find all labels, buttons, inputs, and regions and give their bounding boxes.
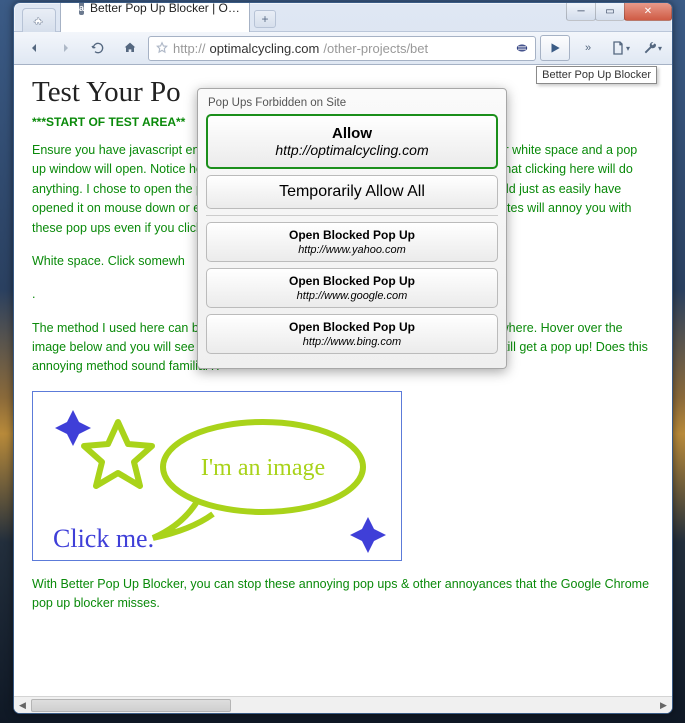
- active-tab[interactable]: a Better Pop Up Blocker | O… ×: [60, 2, 250, 32]
- reload-icon: [90, 40, 106, 56]
- allow-label: Allow: [214, 125, 490, 142]
- scroll-left-arrow[interactable]: ◀: [14, 697, 31, 713]
- url-host: optimalcycling.com: [210, 41, 320, 56]
- page-icon: [610, 40, 626, 56]
- wrench-menu-button[interactable]: ▾: [638, 35, 666, 61]
- play-icon: [548, 41, 562, 55]
- horizontal-scrollbar[interactable]: ◀ ▶: [14, 696, 672, 713]
- blocked-title: Open Blocked Pop Up: [211, 274, 493, 288]
- puzzle-icon: [33, 13, 45, 29]
- address-bar[interactable]: http:// optimalcycling.com/other-projects…: [148, 36, 536, 61]
- paragraph-5: With Better Pop Up Blocker, you can stop…: [32, 575, 654, 614]
- window-titlebar: a Better Pop Up Blocker | O… × + ─ ▭ ✕: [14, 3, 672, 31]
- home-icon: [122, 40, 138, 56]
- svg-text:I'm an image: I'm an image: [201, 455, 325, 481]
- scroll-right-arrow[interactable]: ▶: [655, 697, 672, 713]
- extension-popup: Pop Ups Forbidden on Site Allow http://o…: [197, 88, 507, 369]
- home-button[interactable]: [116, 35, 144, 61]
- tab-favicon: a: [79, 2, 84, 15]
- maximize-button[interactable]: ▭: [595, 3, 625, 21]
- extension-tooltip: Better Pop Up Blocker: [536, 66, 657, 84]
- new-tab-button[interactable]: +: [254, 10, 276, 28]
- arrow-left-icon: [26, 40, 42, 56]
- blocked-title: Open Blocked Pop Up: [211, 320, 493, 334]
- blocked-url: http://www.google.com: [297, 290, 408, 302]
- star-icon[interactable]: [155, 41, 169, 55]
- blocked-title: Open Blocked Pop Up: [211, 228, 493, 242]
- url-scheme: http://: [173, 41, 206, 56]
- blocked-popup-item[interactable]: Open Blocked Pop Up http://www.google.co…: [206, 268, 498, 308]
- scroll-thumb[interactable]: [31, 699, 231, 712]
- temp-allow-label: Temporarily Allow All: [213, 183, 491, 201]
- blocked-url: http://www.yahoo.com: [298, 244, 406, 256]
- svg-text:Click me.: Click me.: [53, 524, 154, 553]
- popup-header: Pop Ups Forbidden on Site: [208, 97, 496, 109]
- extensions-tab[interactable]: [22, 8, 56, 32]
- window-controls: ─ ▭ ✕: [567, 3, 672, 21]
- url-path: /other-projects/bet: [323, 41, 428, 56]
- popup-separator: [206, 215, 498, 216]
- toolbar: http:// optimalcycling.com/other-projects…: [14, 31, 672, 65]
- allow-domain: http://optimalcycling.com: [275, 142, 428, 158]
- close-window-button[interactable]: ✕: [624, 3, 672, 21]
- wrench-icon: [642, 40, 658, 56]
- image-illustration: I'm an image Click me.: [33, 392, 403, 562]
- popup-blocker-omnibox-icon[interactable]: [515, 41, 529, 55]
- overflow-button[interactable]: »: [574, 35, 602, 61]
- arrow-right-icon: [58, 40, 74, 56]
- blocked-url: http://www.bing.com: [303, 336, 401, 348]
- reload-button[interactable]: [84, 35, 112, 61]
- minimize-button[interactable]: ─: [566, 3, 596, 21]
- page-menu-button[interactable]: ▾: [606, 35, 634, 61]
- tab-title: Better Pop Up Blocker | O…: [90, 2, 240, 15]
- allow-site-button[interactable]: Allow http://optimalcycling.com: [206, 114, 498, 169]
- blocked-popup-item[interactable]: Open Blocked Pop Up http://www.yahoo.com: [206, 222, 498, 262]
- back-button[interactable]: [20, 35, 48, 61]
- clickable-image[interactable]: I'm an image Click me.: [32, 391, 402, 561]
- forward-button[interactable]: [52, 35, 80, 61]
- extension-button[interactable]: [540, 35, 570, 61]
- tab-strip: a Better Pop Up Blocker | O… × +: [16, 3, 276, 31]
- blocked-popup-item[interactable]: Open Blocked Pop Up http://www.bing.com: [206, 314, 498, 354]
- temporarily-allow-button[interactable]: Temporarily Allow All: [206, 175, 498, 209]
